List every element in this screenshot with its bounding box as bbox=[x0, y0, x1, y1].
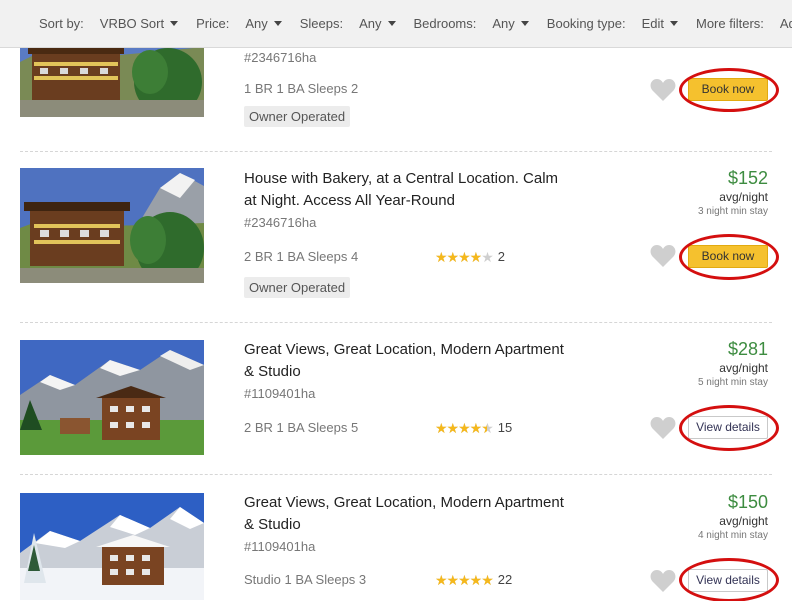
listing-title[interactable]: Great Views, Great Location, Modern Apar… bbox=[244, 339, 574, 383]
price-unit: avg/night bbox=[719, 361, 768, 375]
property-specs: 1 BR 1 BA Sleeps 2 bbox=[244, 81, 359, 96]
listing-card[interactable]: Great Views, Great Location, Modern Apar… bbox=[20, 492, 779, 601]
listing-card[interactable]: Great Views, Great Location, Modern Apar… bbox=[20, 339, 779, 469]
star-icon: ★★★★★★★★★★ bbox=[435, 419, 494, 436]
caret-down-icon bbox=[273, 21, 282, 26]
min-stay: 4 night min stay bbox=[697, 530, 768, 541]
min-stay: 3 night min stay bbox=[697, 206, 768, 217]
booking-type-value: Edit bbox=[641, 16, 664, 31]
caret-down-icon bbox=[170, 21, 179, 26]
review-count[interactable]: 22 bbox=[498, 572, 512, 587]
heart-icon[interactable] bbox=[650, 78, 676, 102]
book-now-button[interactable]: Book now bbox=[688, 245, 768, 268]
sleeps-filter[interactable]: Sleeps: Any bbox=[300, 0, 396, 48]
property-specs: Studio 1 BA Sleeps 3 bbox=[244, 572, 367, 587]
rating: ★★★★★★★★★★ 2 bbox=[435, 249, 505, 264]
bedrooms-value: Any bbox=[492, 16, 515, 31]
price-unit: avg/night bbox=[719, 514, 768, 528]
price-unit: avg/night bbox=[719, 190, 768, 204]
owner-operated-badge: Owner Operated bbox=[244, 277, 351, 298]
listing-divider bbox=[20, 322, 772, 323]
heart-icon[interactable] bbox=[650, 569, 676, 593]
listing-divider bbox=[20, 474, 772, 475]
listing-photo[interactable] bbox=[20, 493, 204, 600]
heart-icon[interactable] bbox=[650, 244, 676, 268]
sort-dropdown[interactable]: VRBO Sort bbox=[99, 16, 179, 31]
sort-filter[interactable]: Sort by: VRBO Sort bbox=[39, 0, 179, 48]
price-value: Any bbox=[245, 16, 268, 31]
review-count[interactable]: 2 bbox=[498, 249, 505, 264]
sort-value: VRBO Sort bbox=[99, 16, 165, 31]
sleeps-value: Any bbox=[359, 16, 382, 31]
bedrooms-filter[interactable]: Bedrooms: Any bbox=[414, 0, 529, 48]
more-filters: More filters: Add+ bbox=[696, 0, 792, 48]
listing-divider bbox=[20, 151, 772, 152]
owner-operated-badge: Owner Operated bbox=[244, 106, 351, 127]
property-specs: 2 BR 1 BA Sleeps 4 bbox=[244, 249, 359, 264]
min-stay: 5 night min stay bbox=[697, 377, 768, 388]
heart-icon[interactable] bbox=[650, 416, 676, 440]
rating: ★★★★★★★★★★ 15 bbox=[435, 420, 512, 435]
booking-type-label: Booking type: bbox=[546, 16, 626, 31]
more-filters-label: More filters: bbox=[695, 16, 764, 31]
price-label: Price: bbox=[196, 16, 230, 31]
stars-fill: ★★★★★ bbox=[435, 572, 493, 587]
property-id: #1109401ha bbox=[244, 386, 316, 401]
property-id: #1109401ha bbox=[244, 539, 316, 554]
sleeps-dropdown[interactable]: Any bbox=[359, 16, 396, 31]
filter-bar: Sort by: VRBO Sort Price: Any Sleeps: An… bbox=[0, 0, 792, 48]
listing-photo[interactable] bbox=[20, 168, 204, 283]
stars-fill: ★★★★★ bbox=[435, 249, 482, 264]
caret-down-icon bbox=[387, 21, 396, 26]
listing-photo[interactable] bbox=[20, 340, 204, 455]
booking-type-dropdown[interactable]: Edit bbox=[642, 16, 678, 31]
stars-fill: ★★★★★ bbox=[435, 420, 487, 435]
listing-title[interactable]: Great Views, Great Location, Modern Apar… bbox=[244, 492, 574, 536]
property-specs: 2 BR 1 BA Sleeps 5 bbox=[244, 420, 359, 435]
view-details-button[interactable]: View details bbox=[688, 416, 768, 439]
rating: ★★★★★ ★★★★★ 22 bbox=[435, 572, 512, 587]
listing-price: $152 bbox=[727, 168, 768, 188]
listing-card[interactable]: House with Bakery, at a Central Location… bbox=[20, 168, 779, 318]
property-id: #2346716ha bbox=[244, 215, 317, 230]
bedrooms-label: Bedrooms: bbox=[413, 16, 477, 31]
caret-down-icon bbox=[669, 21, 678, 26]
bedrooms-dropdown[interactable]: Any bbox=[492, 16, 529, 31]
star-icon: ★★★★★★★★★★ bbox=[435, 248, 494, 265]
price-filter[interactable]: Price: Any bbox=[196, 0, 282, 48]
listing-price: $281 bbox=[727, 339, 768, 359]
booking-type-filter[interactable]: Booking type: Edit bbox=[547, 0, 678, 48]
sleeps-label: Sleeps: bbox=[299, 16, 344, 31]
caret-down-icon bbox=[520, 21, 529, 26]
star-icon: ★★★★★★★★★★ bbox=[435, 571, 494, 588]
book-now-button[interactable]: Book now bbox=[688, 78, 768, 101]
price-dropdown[interactable]: Any bbox=[245, 16, 282, 31]
listing-price: $150 bbox=[727, 492, 768, 512]
listing-title[interactable]: House with Bakery, at a Central Location… bbox=[244, 168, 574, 212]
review-count[interactable]: 15 bbox=[498, 420, 512, 435]
add-filter-button[interactable]: Add+ bbox=[780, 16, 792, 31]
sort-label: Sort by: bbox=[39, 16, 84, 31]
view-details-button[interactable]: View details bbox=[688, 569, 768, 592]
property-id: #2346716ha bbox=[244, 50, 317, 65]
